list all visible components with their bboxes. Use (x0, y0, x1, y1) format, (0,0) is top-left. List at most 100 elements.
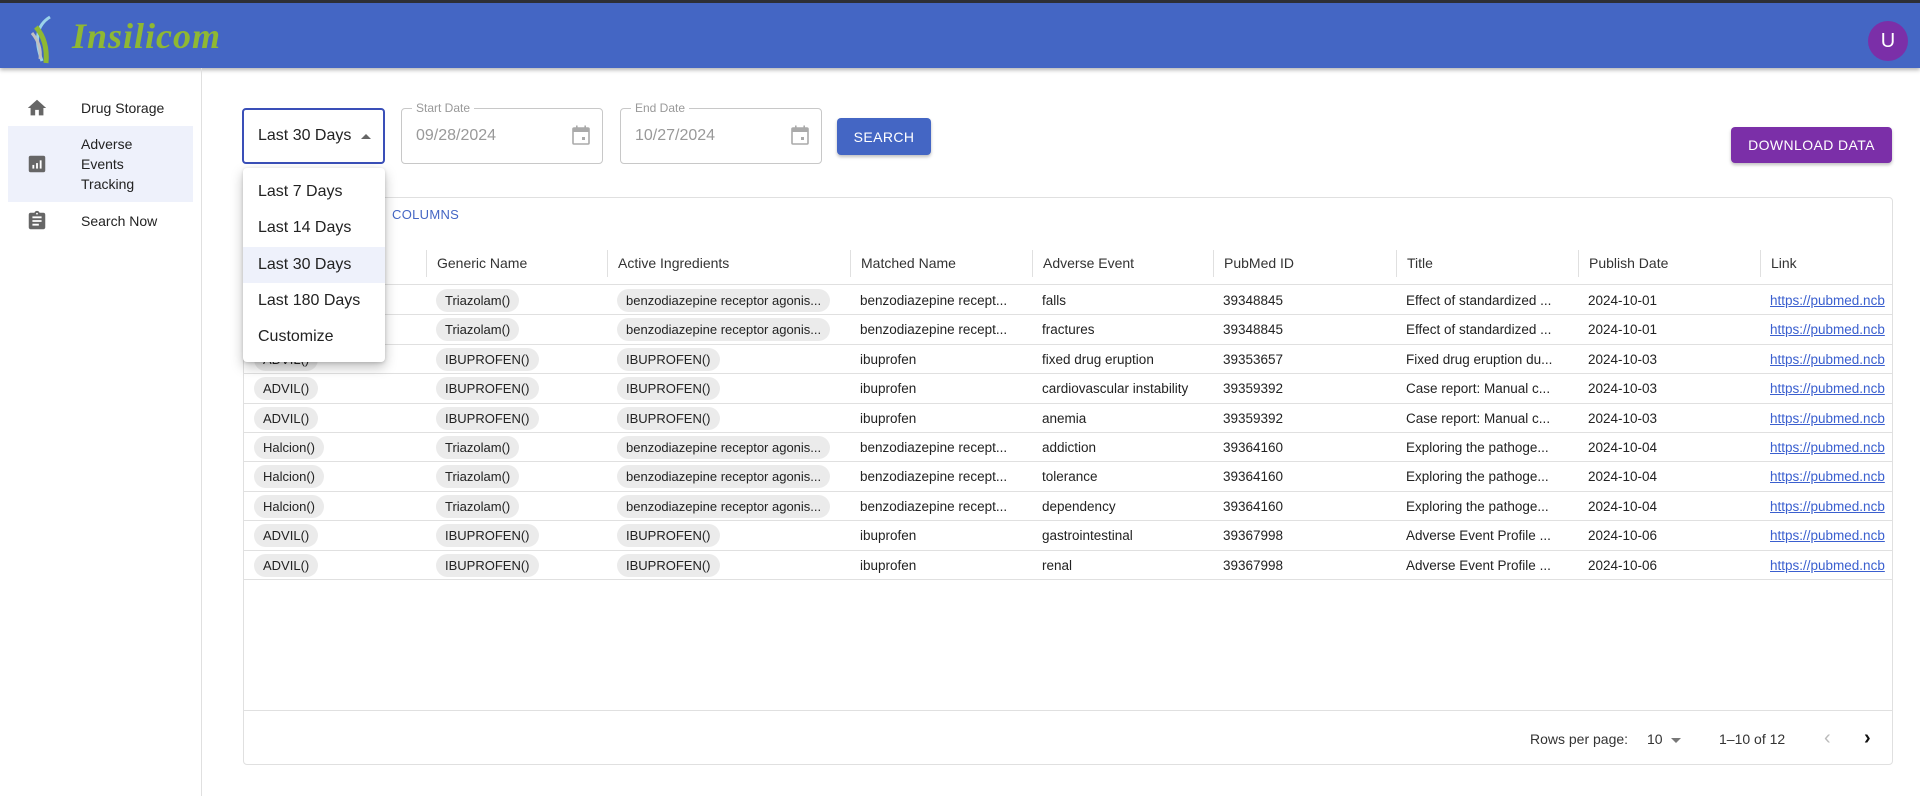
pubmed-link[interactable]: https://pubmed.ncb (1770, 381, 1885, 396)
cell-link[interactable]: https://pubmed.ncb (1760, 404, 1892, 433)
table-row[interactable]: ADVIL() IBUPROFEN() IBUPROFEN() ibuprofen an… (244, 404, 1892, 433)
cell-link[interactable]: https://pubmed.ncb (1760, 374, 1892, 403)
column-header-active-ingredients[interactable]: Active Ingredients (607, 250, 850, 277)
cell-text: 39367998 (1223, 528, 1284, 544)
date-range-select[interactable]: Last 30 Days (242, 108, 385, 164)
cell-generic-name: IBUPROFEN() (426, 551, 607, 580)
table-row[interactable]: ADVIL() IBUPROFEN() IBUPROFEN() ibuprofen ca… (244, 374, 1892, 404)
cell-adverse-event: fractures (1032, 315, 1213, 344)
pubmed-link[interactable]: https://pubmed.ncb (1770, 440, 1885, 455)
start-date-field[interactable]: Start Date 09/28/2024 (401, 101, 603, 164)
column-header-link[interactable]: Link (1760, 250, 1892, 277)
cell-link[interactable]: https://pubmed.ncb (1760, 315, 1892, 344)
sidebar-item-drug-storage[interactable]: Drug Storage (8, 96, 193, 120)
end-date-field[interactable]: End Date 10/27/2024 (620, 101, 822, 164)
cell-text: ibuprofen (860, 410, 917, 426)
table-row[interactable]: Halcion() Triazolam() benzodiazepine recep… (244, 462, 1892, 492)
cell-matched-name: benzodiazepine recept... (850, 433, 1032, 462)
table-row[interactable]: Triazolam() benzodiazepine receptor agoni… (244, 315, 1892, 345)
table-row[interactable]: ADVIL()IBUPROFEN()IBUPROFEN()ibuprofenfi… (244, 345, 1892, 375)
pubmed-link[interactable]: https://pubmed.ncb (1770, 322, 1885, 337)
home-icon (27, 99, 47, 116)
cell-text: ibuprofen (860, 528, 917, 544)
column-header-publish-date[interactable]: Publish Date (1578, 250, 1760, 277)
pubmed-link[interactable]: https://pubmed.ncb (1770, 293, 1885, 308)
rows-per-page-select[interactable]: 10 (1647, 731, 1681, 747)
pubmed-link[interactable]: https://pubmed.ncb (1770, 352, 1885, 367)
cell-matched-name: benzodiazepine recept... (850, 462, 1032, 491)
cell-title: Effect of standardized ... (1396, 315, 1578, 344)
cell-text: fixed drug eruption (1042, 351, 1154, 367)
menu-item-last-14-days[interactable]: Last 14 Days (243, 210, 385, 246)
cell-active-ingredients: benzodiazepine receptor agonis... (607, 492, 850, 521)
chip: IBUPROFEN() (436, 377, 539, 401)
menu-item-last-180-days[interactable]: Last 180 Days (243, 283, 385, 319)
cell-brand-name: ADVIL() (244, 551, 426, 580)
cell-generic-name: IBUPROFEN() (426, 521, 607, 550)
search-button[interactable]: SEARCH (837, 118, 931, 155)
table-row[interactable]: Halcion() Triazolam() benzodiazepine recep… (244, 433, 1892, 463)
menu-item-last-7-days[interactable]: Last 7 Days (243, 174, 385, 210)
cell-generic-name: Triazolam() (426, 433, 607, 462)
cell-active-ingredients: benzodiazepine receptor agonis... (607, 433, 850, 462)
caret-down-icon (1670, 737, 1681, 743)
cell-link[interactable]: https://pubmed.ncb (1760, 492, 1892, 521)
cell-link[interactable]: https://pubmed.ncb (1760, 433, 1892, 462)
cell-text: Case report: Manual c... (1406, 381, 1551, 397)
cell-matched-name: benzodiazepine recept... (850, 286, 1032, 315)
column-header-pubmed-id[interactable]: PubMed ID (1213, 250, 1396, 277)
column-header-generic-name[interactable]: Generic Name (426, 250, 607, 277)
pubmed-link[interactable]: https://pubmed.ncb (1770, 499, 1885, 514)
cell-link[interactable]: https://pubmed.ncb (1760, 551, 1892, 580)
table-row[interactable]: Halcion() Triazolam() benzodiazepine recep… (244, 492, 1892, 522)
cell-active-ingredients: IBUPROFEN() (607, 404, 850, 433)
cell-generic-name: IBUPROFEN() (426, 374, 607, 403)
calendar-icon[interactable] (572, 125, 590, 145)
cell-text: 39364160 (1223, 469, 1284, 485)
table-row[interactable]: Triazolam() benzodiazepine receptor agoni… (244, 286, 1892, 316)
cell-link[interactable]: https://pubmed.ncb (1760, 286, 1892, 315)
pagination-range: 1–10 of 12 (1719, 731, 1786, 747)
cell-title: Fixed drug eruption du... (1396, 345, 1578, 374)
previous-page-icon[interactable]: ‹ (1824, 727, 1831, 750)
insilicom-logo[interactable]: Insilicom (24, 11, 224, 64)
cell-text: Case report: Manual c... (1406, 410, 1551, 426)
cell-text: 2024-10-03 (1588, 381, 1658, 397)
pubmed-link[interactable]: https://pubmed.ncb (1770, 411, 1885, 426)
column-header-matched-name[interactable]: Matched Name (850, 250, 1032, 277)
cell-adverse-event: dependency (1032, 492, 1213, 521)
menu-item-last-30-days[interactable]: Last 30 Days (243, 246, 385, 283)
column-header-adverse-event[interactable]: Adverse Event (1032, 250, 1213, 277)
cell-pubmed-id: 39367998 (1213, 551, 1396, 580)
pubmed-link[interactable]: https://pubmed.ncb (1770, 528, 1885, 543)
cell-adverse-event: renal (1032, 551, 1213, 580)
pubmed-link[interactable]: https://pubmed.ncb (1770, 469, 1885, 484)
cell-link[interactable]: https://pubmed.ncb (1760, 345, 1892, 374)
cell-publish-date: 2024-10-03 (1578, 345, 1760, 374)
sidebar-item-search-now[interactable]: Search Now (8, 209, 193, 233)
cell-text: 39348845 (1223, 293, 1284, 308)
cell-text: benzodiazepine recept... (860, 440, 1008, 455)
cell-link[interactable]: https://pubmed.ncb (1760, 462, 1892, 491)
cell-pubmed-id: 39364160 (1213, 492, 1396, 521)
download-data-button[interactable]: DOWNLOAD DATA (1731, 127, 1892, 163)
chip: Triazolam() (436, 436, 520, 459)
table-row[interactable]: ADVIL() IBUPROFEN() IBUPROFEN() ibuprofen re… (244, 551, 1892, 580)
columns-button[interactable]: COLUMNS (392, 207, 459, 222)
calendar-icon[interactable] (791, 125, 809, 145)
cell-publish-date: 2024-10-06 (1578, 551, 1760, 580)
table-row[interactable]: ADVIL() IBUPROFEN() IBUPROFEN() ibuprofen ga… (244, 521, 1892, 551)
cell-link[interactable]: https://pubmed.ncb (1760, 521, 1892, 550)
clipboard-icon (28, 210, 46, 230)
column-header-title[interactable]: Title (1396, 250, 1578, 277)
rows-per-page-label: Rows per page: (1530, 731, 1629, 747)
cell-text: Adverse Event Profile ... (1406, 557, 1551, 573)
user-avatar[interactable]: U (1868, 21, 1908, 61)
menu-item-customize[interactable]: Customize (243, 319, 385, 355)
next-page-icon[interactable]: › (1864, 727, 1871, 750)
cell-text: Effect of standardized ... (1406, 322, 1552, 338)
sidebar-item-adverse-events-tracking[interactable]: Adverse Events Tracking (8, 126, 193, 202)
pubmed-link[interactable]: https://pubmed.ncb (1770, 558, 1885, 573)
cell-text: 39364160 (1223, 440, 1284, 455)
chip: IBUPROFEN() (436, 553, 539, 577)
